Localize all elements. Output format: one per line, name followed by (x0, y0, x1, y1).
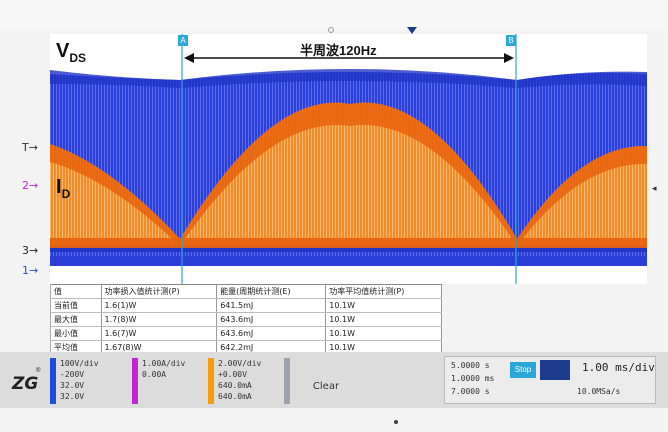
table-header: 能量(周期统计测(E) (216, 285, 327, 299)
table-header: 值 (51, 285, 102, 299)
channel-1-panel[interactable]: 100V/div -200V 32.0V 32.0V (50, 358, 128, 404)
table-header-row: 值 功率损入值统计测(P) 能量(周期统计测(E) 功率平均值统计测(P) (51, 285, 442, 299)
ch1-marker[interactable]: 1→ (22, 264, 38, 277)
period-label: 半周波120Hz (300, 43, 377, 58)
clear-button[interactable]: Clear (296, 378, 356, 396)
top-strip (0, 0, 668, 30)
waveform-thumbnail (540, 360, 570, 380)
run-stop-button[interactable]: Stop (510, 362, 536, 378)
channel-3-panel[interactable]: 2.00V/div +0.00V 640.0mA 640.0mA (208, 358, 280, 404)
vds-label: VDS (56, 40, 87, 65)
table-cell: 最大值 (51, 312, 102, 327)
registered-icon: ® (36, 368, 41, 374)
id-label: ID (56, 176, 71, 201)
table-header: 功率损入值统计测(P) (101, 285, 218, 299)
table-cell: 10.1W (325, 312, 442, 327)
table-row: 最大值 1.7(8)W 643.6mJ 10.1W (51, 312, 442, 327)
acq-line-1: 5.0000 s (451, 361, 490, 370)
waveform-plot (50, 34, 647, 284)
channel-1-swatch (50, 358, 56, 404)
table-cell: 643.6mJ (216, 312, 327, 327)
table-cell: 1.6(1)W (101, 298, 218, 313)
right-edge-arrow-icon: ◂ (652, 183, 657, 193)
ch3-marker[interactable]: 3→ (22, 244, 38, 257)
oscilloscope-screen: A B VDS ID 半周波120Hz T→ 2→ 3→ 1→ ◂ 值 功率损入… (0, 0, 668, 432)
top-position-indicator (328, 27, 334, 33)
table-header: 功率平均值统计测(P) (325, 285, 442, 299)
table-cell: 最小值 (51, 326, 102, 341)
ch2-marker[interactable]: 2→ (22, 179, 38, 192)
channel-3-value-2: 640.0mA (218, 392, 252, 401)
table-cell: 1.6(7)W (101, 326, 218, 341)
channel-1-offset: -200V (60, 370, 85, 379)
sample-rate: 10.0MSa/s (577, 387, 621, 396)
channel-1-value: 32.0V (60, 381, 85, 390)
brand-logo: ZG (12, 374, 39, 394)
table-cell: 10.1W (325, 298, 442, 313)
channel-3-swatch (208, 358, 214, 404)
measurement-table: 值 功率损入值统计测(P) 能量(周期统计测(E) 功率平均值统计测(P) 当前… (50, 284, 442, 355)
channel-2-offset: 0.00A (142, 370, 167, 379)
timebase-value[interactable]: 1.00 ms/div (582, 361, 655, 374)
channel-2-scale: 1.00A/div (142, 359, 186, 368)
table-cell: 643.6mJ (216, 326, 327, 341)
channel-4-swatch (284, 358, 290, 404)
trigger-level-marker[interactable]: T→ (22, 141, 38, 154)
waveform-display[interactable] (50, 34, 647, 284)
cursor-a-tag[interactable]: A (178, 35, 188, 46)
channel-3-value: 640.0mA (218, 381, 252, 390)
channel-3-offset: +0.00V (218, 370, 247, 379)
table-row: 最小值 1.6(7)W 643.6mJ 10.1W (51, 326, 442, 341)
cursor-b-tag[interactable]: B (506, 35, 516, 46)
channel-2-swatch (132, 358, 138, 404)
table-cell: 641.5mJ (216, 298, 327, 313)
channel-1-value-2: 32.0V (60, 392, 85, 401)
acq-line-3: 7.0000 s (451, 387, 490, 396)
channel-2-panel[interactable]: 1.00A/div 0.00A (132, 358, 204, 404)
trigger-position-icon[interactable] (407, 27, 417, 34)
table-cell: 当前值 (51, 298, 102, 313)
table-row: 当前值 1.6(1)W 641.5mJ 10.1W (51, 298, 442, 313)
table-cell: 1.7(8)W (101, 312, 218, 327)
channel-3-scale: 2.00V/div (218, 359, 262, 368)
table-cell: 10.1W (325, 326, 442, 341)
acq-line-2: 1.0000 ms (451, 374, 495, 383)
bottom-indicator (394, 420, 398, 424)
channel-1-scale: 100V/div (60, 359, 99, 368)
